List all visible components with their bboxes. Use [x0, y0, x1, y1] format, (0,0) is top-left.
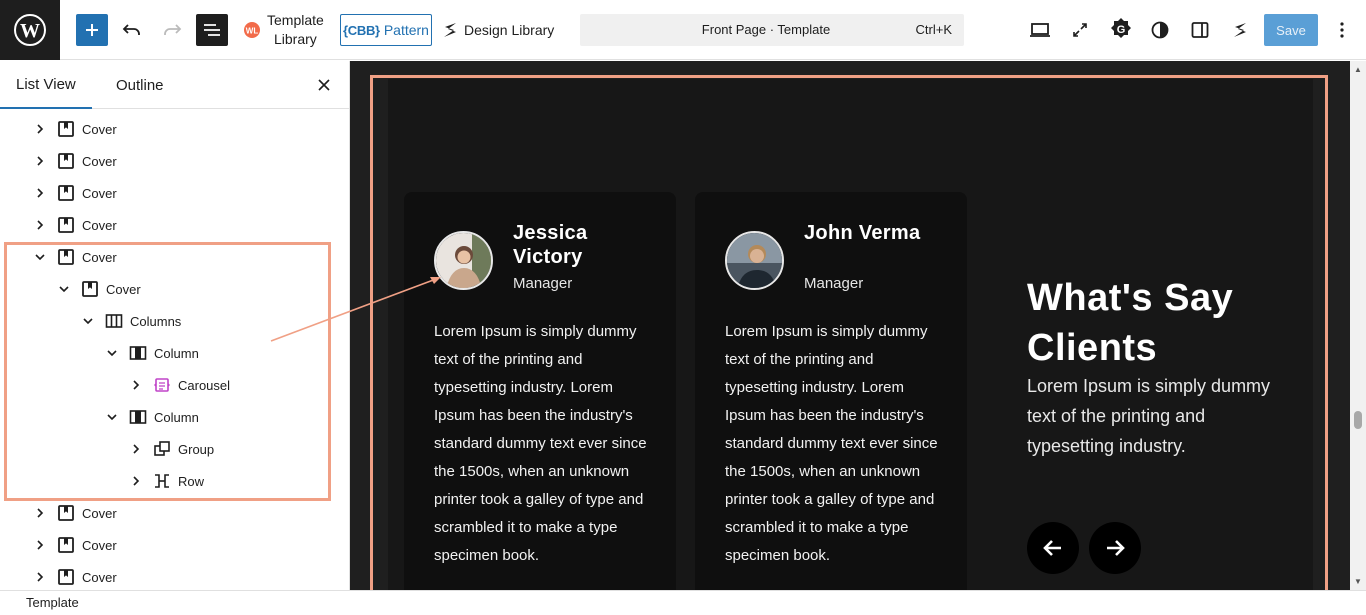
list-item-label: Cover: [82, 569, 117, 585]
undo-icon: [122, 24, 140, 35]
chevron-right-icon[interactable]: [32, 569, 48, 585]
expand-icon: [1073, 23, 1087, 37]
stackable-settings-button[interactable]: [1228, 18, 1252, 42]
contrast-icon: [1151, 21, 1169, 39]
close-icon: [318, 79, 330, 91]
template-library-logo-icon: WL: [244, 22, 260, 38]
sidebar-icon: [1191, 22, 1209, 38]
pattern-label: Pattern: [383, 22, 429, 38]
block-breadcrumb-bar: Template: [0, 590, 1366, 615]
carousel-next-button[interactable]: [1089, 522, 1141, 574]
scroll-down-icon[interactable]: ▼: [1354, 577, 1362, 586]
stackable-icon: [1234, 23, 1246, 37]
section-heading[interactable]: What's Say Clients: [1027, 273, 1307, 373]
save-button[interactable]: Save: [1264, 14, 1318, 46]
list-item-label: Cover: [82, 217, 117, 233]
g-badge-icon: G: [1111, 18, 1131, 38]
list-item[interactable]: Cover: [32, 177, 117, 209]
design-library-label: Design Library: [464, 22, 555, 38]
testimonial-quote: Lorem Ipsum is simply dummy text of the …: [725, 323, 938, 564]
breadcrumb-item[interactable]: Template: [26, 595, 79, 610]
document-title: Front Page · Template: [701, 22, 831, 37]
testimonial-card[interactable]: Jessica Victory Manager Lorem Ipsum is s…: [404, 192, 676, 590]
testimonial-role: Manager: [804, 275, 864, 292]
panel-tabs: List View Outline: [0, 61, 349, 109]
cover-icon: [56, 535, 76, 555]
tab-list-view[interactable]: List View: [0, 61, 92, 109]
list-item[interactable]: Cover: [32, 529, 117, 561]
list-item-label: Cover: [82, 153, 117, 169]
list-item-label: Cover: [82, 121, 117, 137]
testimonial-name: Jessica Victory: [513, 222, 588, 268]
close-panel-button[interactable]: [314, 75, 334, 95]
cover-icon: [56, 567, 76, 587]
avatar: [725, 231, 784, 290]
cover-icon: [56, 119, 76, 139]
carousel-prev-button[interactable]: [1027, 522, 1079, 574]
tree-highlight-frame: [4, 242, 331, 501]
avatar: [434, 231, 493, 290]
canvas-scrollbar[interactable]: ▲ ▼: [1350, 61, 1366, 590]
chevron-right-icon[interactable]: [32, 153, 48, 169]
tab-outline[interactable]: Outline: [116, 61, 164, 109]
editor-canvas: Jessica Victory Manager Lorem Ipsum is s…: [350, 61, 1350, 590]
device-preview-button[interactable]: [1028, 18, 1052, 42]
list-item[interactable]: Cover: [32, 209, 117, 241]
plus-icon: [86, 24, 98, 36]
redo-icon: [164, 24, 182, 35]
styles-button[interactable]: [1148, 18, 1172, 42]
design-library-button[interactable]: Design Library: [442, 14, 554, 46]
testimonial-role: Manager: [513, 275, 573, 292]
gutenberg-plugin-button[interactable]: G: [1108, 16, 1134, 42]
list-item-label: Cover: [82, 537, 117, 553]
list-view-icon: [204, 24, 220, 36]
list-item[interactable]: Cover: [32, 497, 117, 529]
settings-sidebar-button[interactable]: [1188, 18, 1212, 42]
cbb-pattern-button[interactable]: {CBB} Pattern: [340, 14, 432, 46]
add-block-button[interactable]: [76, 14, 108, 46]
scroll-up-icon[interactable]: ▲: [1354, 65, 1362, 74]
svg-text:W: W: [20, 20, 40, 42]
editor-toolbar: W WL Template Library {CBB} Pattern Desi…: [0, 0, 1366, 60]
testimonial-card[interactable]: John Verma Manager Lorem Ipsum is simply…: [695, 192, 967, 590]
cover-icon: [56, 215, 76, 235]
chevron-right-icon[interactable]: [32, 217, 48, 233]
cover-icon: [56, 503, 76, 523]
section-subtext[interactable]: Lorem Ipsum is simply dummy text of the …: [1027, 371, 1297, 461]
svg-text:WL: WL: [246, 27, 259, 36]
undo-button[interactable]: [120, 18, 144, 42]
list-item-label: Cover: [82, 505, 117, 521]
template-library-button[interactable]: WL Template Library: [243, 11, 324, 49]
stackable-icon: [444, 23, 456, 37]
fullscreen-button[interactable]: [1068, 18, 1092, 42]
list-view-panel: List View Outline Cover Cover Cover Cover Co…: [0, 61, 350, 590]
wordpress-icon: W: [14, 14, 46, 46]
chevron-right-icon[interactable]: [32, 185, 48, 201]
testimonial-name: John Verma: [804, 222, 921, 244]
template-library-label: Template Library: [267, 12, 324, 47]
wordpress-logo-button[interactable]: W: [0, 0, 60, 60]
list-item[interactable]: Cover: [32, 113, 117, 145]
list-item-label: Cover: [82, 185, 117, 201]
svg-text:G: G: [1117, 24, 1126, 36]
list-item[interactable]: Cover: [32, 561, 117, 590]
chevron-right-icon[interactable]: [32, 505, 48, 521]
testimonial-quote: Lorem Ipsum is simply dummy text of the …: [434, 323, 647, 564]
command-palette-bar[interactable]: Front Page · Template Ctrl+K: [580, 14, 964, 46]
chevron-right-icon[interactable]: [32, 121, 48, 137]
desktop-icon: [1030, 23, 1050, 37]
command-shortcut: Ctrl+K: [915, 22, 952, 37]
list-item[interactable]: Cover: [32, 145, 117, 177]
cover-icon: [56, 183, 76, 203]
redo-button[interactable]: [160, 18, 184, 42]
arrow-left-icon: [1043, 540, 1061, 556]
scrollbar-thumb[interactable]: [1354, 411, 1362, 429]
arrow-right-icon: [1107, 540, 1125, 556]
cover-icon: [56, 151, 76, 171]
more-vertical-icon: [1340, 22, 1344, 38]
options-menu-button[interactable]: [1330, 14, 1354, 46]
cbb-logo-text: {CBB}: [343, 22, 380, 38]
chevron-right-icon[interactable]: [32, 537, 48, 553]
document-overview-button[interactable]: [196, 14, 228, 46]
